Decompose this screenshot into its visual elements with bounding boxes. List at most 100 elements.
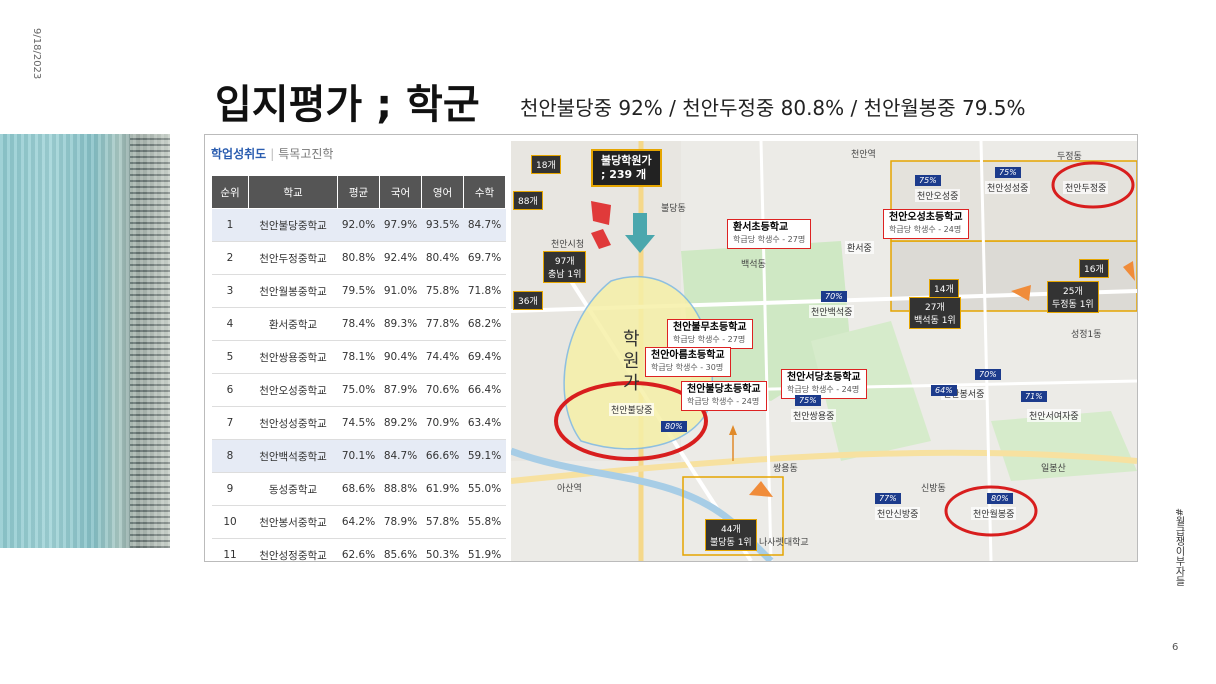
pct-badge-center: 64% <box>931 385 957 396</box>
school-name-cell: 천안백석중학교 <box>248 439 338 473</box>
mid-school-wolbong: 천안월봉중 <box>971 507 1017 520</box>
side-note: #월급쟁이부자들 <box>1173 508 1184 587</box>
elem-school-box-hwanseo: 환서초등학교 학급당 학생수 - 27명 <box>727 219 812 249</box>
tag-97-rank: 충남 1위 <box>548 270 582 280</box>
pct-badge-ohseong: 75% <box>915 175 941 186</box>
arrow-shaft <box>633 213 647 235</box>
school-name-cell: 천안성정중학교 <box>248 538 338 561</box>
pct-badge-seongseong: 75% <box>995 167 1021 178</box>
elem-school-detail: 학급당 학생수 - 24명 <box>889 225 962 234</box>
map-label-ssangyong-dong: 쌍용동 <box>773 464 798 474</box>
elem-school-box-buldang: 천안불당초등학교 학급당 학생수 - 24명 <box>681 381 767 411</box>
math-cell: 68.2% <box>463 307 506 341</box>
map-label-baekseok-dong: 백석동 <box>741 260 766 270</box>
pct-badge-seoyeo: 71% <box>1021 391 1047 402</box>
tab-academic-achievement[interactable]: 학업성취도 <box>211 147 266 161</box>
table-row: 7 천안성성중학교 74.5% 89.2% 70.9% 63.4% <box>211 406 506 440</box>
academy-street-label: 학원가 <box>623 329 640 394</box>
academy-count-tag-25: 25개 두정동 1위 <box>1047 281 1099 313</box>
elem-school-detail: 학급당 학생수 - 24명 <box>787 385 860 394</box>
elem-school-name: 천안불당초등학교 <box>687 384 761 395</box>
mid-school-ssangyong: 천안쌍용중 <box>791 409 837 422</box>
korean-cell: 87.9% <box>379 373 422 407</box>
korean-cell: 97.9% <box>379 208 422 242</box>
map-label-seongjeong: 성정1동 <box>1071 330 1102 340</box>
english-cell: 57.8% <box>421 505 464 539</box>
elem-school-detail: 학급당 학생수 - 27명 <box>673 335 746 344</box>
math-cell: 71.8% <box>463 274 506 308</box>
map-label-cheonan-station: 천안역 <box>851 150 876 160</box>
content-panel: 학업성취도 | 특목고진학 순위 학교 평균 국어 영어 수학 1 천안불당중학교 92… <box>204 134 1138 562</box>
korean-cell: 91.0% <box>379 274 422 308</box>
tab-bar: 학업성취도 | 특목고진학 <box>211 145 333 162</box>
map-label-nazarene-univ: 나사렛대학교 <box>759 538 809 548</box>
col-header-rank: 순위 <box>211 175 249 209</box>
avg-cell: 78.1% <box>337 340 380 374</box>
mid-school-dujeong: 천안두정중 <box>1063 181 1109 194</box>
korean-cell: 89.2% <box>379 406 422 440</box>
rank-cell: 7 <box>211 406 249 440</box>
elem-school-box-areum: 천안아름초등학교 학급당 학생수 - 30명 <box>645 347 731 377</box>
col-header-english: 영어 <box>421 175 464 209</box>
mid-school-ohseong: 천안오성중 <box>915 189 961 202</box>
map-label-ilbongsan: 일봉산 <box>1041 464 1066 474</box>
rank-cell: 6 <box>211 373 249 407</box>
col-header-korean: 국어 <box>379 175 422 209</box>
avg-cell: 74.5% <box>337 406 380 440</box>
avg-cell: 64.2% <box>337 505 380 539</box>
school-name-cell: 천안오성중학교 <box>248 373 338 407</box>
english-cell: 70.6% <box>421 373 464 407</box>
math-cell: 55.8% <box>463 505 506 539</box>
avg-cell: 68.6% <box>337 472 380 506</box>
slide-title: 입지평가 ; 학군 <box>215 82 480 128</box>
math-cell: 84.7% <box>463 208 506 242</box>
rank-cell: 2 <box>211 241 249 275</box>
rank-cell: 9 <box>211 472 249 506</box>
tab-special-high-school[interactable]: 특목고진학 <box>278 147 333 161</box>
academy-count-tag-14: 14개 <box>929 279 959 298</box>
academy-count-tag-97: 97개 충남 1위 <box>543 251 587 283</box>
elem-school-name: 천안오성초등학교 <box>889 212 963 223</box>
elem-school-box-ohseong: 천안오성초등학교 학급당 학생수 - 24명 <box>883 209 969 239</box>
pct-badge-wolbong: 80% <box>987 493 1013 504</box>
elem-school-name: 천안불무초등학교 <box>673 322 747 333</box>
elem-school-detail: 학급당 학생수 - 24명 <box>687 397 760 406</box>
tag-44-count: 44개 <box>720 525 741 535</box>
korean-cell: 89.3% <box>379 307 422 341</box>
math-cell: 63.4% <box>463 406 506 440</box>
math-cell: 69.4% <box>463 340 506 374</box>
english-cell: 50.3% <box>421 538 464 561</box>
table-row: 5 천안쌍용중학교 78.1% 90.4% 74.4% 69.4% <box>211 340 506 374</box>
tag-44-rank: 불당동 1위 <box>710 538 752 548</box>
academy-count-tag-44: 44개 불당동 1위 <box>705 519 757 551</box>
pct-badge-bongseo: 70% <box>975 369 1001 380</box>
math-cell: 59.1% <box>463 439 506 473</box>
table-header-row: 순위 학교 평균 국어 영어 수학 <box>211 175 506 209</box>
rank-cell: 4 <box>211 307 249 341</box>
korean-cell: 88.8% <box>379 472 422 506</box>
school-name-cell: 천안쌍용중학교 <box>248 340 338 374</box>
rank-cell: 11 <box>211 538 249 561</box>
rank-cell: 3 <box>211 274 249 308</box>
avg-cell: 78.4% <box>337 307 380 341</box>
academy-count-tag-16: 16개 <box>1079 259 1109 278</box>
pct-badge-buldang: 80% <box>661 421 687 432</box>
pct-badge-sinbang: 77% <box>875 493 901 504</box>
col-header-avg: 평균 <box>337 175 380 209</box>
school-name-cell: 천안성성중학교 <box>248 406 338 440</box>
table-row: 8 천안백석중학교 70.1% 84.7% 66.6% 59.1% <box>211 439 506 473</box>
english-cell: 74.4% <box>421 340 464 374</box>
map-label-dujeong-dong: 두정동 <box>1057 152 1082 162</box>
math-cell: 51.9% <box>463 538 506 561</box>
slide-subtitle: 천안불당중 92% / 천안두정중 80.8% / 천안월봉중 79.5% <box>520 96 1026 120</box>
table-row: 4 환서중학교 78.4% 89.3% 77.8% 68.2% <box>211 307 506 341</box>
pointer-arrowhead <box>729 425 737 435</box>
mid-school-baekseok: 천안백석중 <box>809 305 855 318</box>
elem-school-box-seodang: 천안서당초등학교 학급당 학생수 - 24명 <box>781 369 867 399</box>
english-cell: 70.9% <box>421 406 464 440</box>
math-cell: 55.0% <box>463 472 506 506</box>
school-name-cell: 천안불당중학교 <box>248 208 338 242</box>
avg-cell: 80.8% <box>337 241 380 275</box>
table-row: 9 동성중학교 68.6% 88.8% 61.9% 55.0% <box>211 472 506 506</box>
english-cell: 93.5% <box>421 208 464 242</box>
